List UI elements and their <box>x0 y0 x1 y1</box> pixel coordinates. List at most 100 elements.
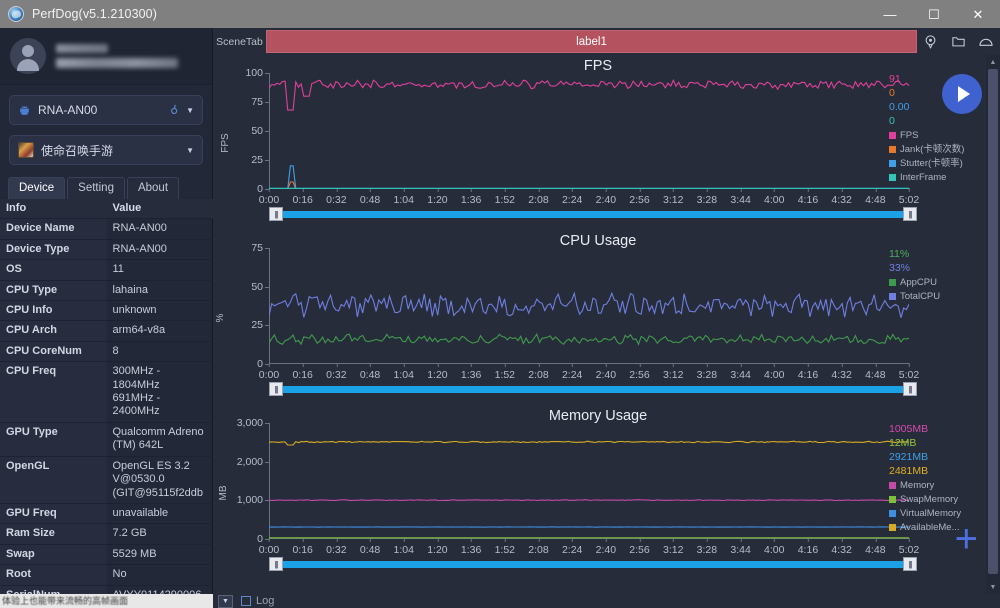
legend-swatch <box>889 132 896 139</box>
table-row: OpenGL OpenGL ES 3.2 V@0530.0 (GIT@95115f… <box>0 456 213 504</box>
legend-item[interactable]: TotalCPU <box>889 290 979 303</box>
time-range-slider[interactable]: ||| ||| <box>269 207 917 221</box>
x-tick-label: 4:16 <box>797 363 819 381</box>
usb-link-icon[interactable]: ☌ <box>168 102 180 118</box>
time-range-slider[interactable]: ||| ||| <box>269 557 917 571</box>
table-row: OS 11 <box>0 259 213 281</box>
plot-area: 0 1,000 2,000 3,000 0:00 0:16 0:32 0:48 1:04 1:20… <box>237 417 920 556</box>
expand-dropdown-button[interactable]: ▼ <box>218 594 233 608</box>
maximize-icon[interactable]: ☐ <box>912 0 956 28</box>
plot-area: 0 25 50 75 100 0:00 0:16 0:32 0:48 1:04 1:20 1:36 1:… <box>245 67 919 206</box>
add-chart-button[interactable]: + <box>955 519 978 559</box>
info-key: Swap <box>0 544 107 566</box>
scroll-down-icon[interactable]: ▼ <box>986 580 1000 594</box>
x-tick-label: 0:32 <box>326 538 347 556</box>
table-row: Root No <box>0 564 213 586</box>
selectors: RNA-AN00 ☌ ▼ 使命召唤手游 ▼ <box>0 85 212 165</box>
log-checkbox-box[interactable] <box>241 596 251 606</box>
legend-label: TotalCPU <box>900 291 941 302</box>
x-tick-label: 3:44 <box>730 188 751 206</box>
legend-item[interactable]: Memory <box>889 479 979 492</box>
series-line <box>269 291 909 318</box>
info-value: lahaina <box>106 280 213 302</box>
legend-swatch <box>889 160 896 167</box>
sidebar-tabs: Device Setting About <box>0 175 212 199</box>
slider-handle-right[interactable]: ||| <box>903 207 917 221</box>
legend-item[interactable]: Stutter(卡顿率) <box>889 157 979 170</box>
y-tick-label: 75 <box>251 242 269 254</box>
legend-label: VirtualMemory <box>900 508 962 519</box>
x-tick-label: 0:00 <box>258 188 280 206</box>
y-tick-label: 75 <box>251 96 269 108</box>
slider-handle-right[interactable]: ||| <box>903 382 917 396</box>
folder-icon[interactable] <box>949 33 967 51</box>
legend-item[interactable]: AppCPU <box>889 276 979 289</box>
tab-device[interactable]: Device <box>8 177 66 199</box>
table-row: CPU Arch arm64-v8a <box>0 320 213 342</box>
vertical-scrollbar[interactable]: ▲ ▼ <box>986 55 1000 594</box>
info-key: OpenGL <box>0 456 107 504</box>
legend-item[interactable]: InterFrame <box>889 171 979 184</box>
legend-label: AppCPU <box>900 277 937 288</box>
scroll-up-icon[interactable]: ▲ <box>986 55 1000 69</box>
x-tick-label: 2:40 <box>595 188 617 206</box>
x-tick-label: 1:20 <box>427 538 448 556</box>
x-tick-label: 2:08 <box>528 188 549 206</box>
slider-track[interactable] <box>278 386 908 393</box>
background-window-strip: 体验上也能带来流畅的高帧画面 <box>0 594 213 608</box>
info-key: CPU CoreNum <box>0 341 107 363</box>
x-tick-label: 2:24 <box>561 363 583 381</box>
legend-swatch <box>889 496 896 503</box>
tab-about[interactable]: About <box>126 177 180 199</box>
time-range-slider[interactable]: ||| ||| <box>269 382 917 396</box>
close-icon[interactable]: ✕ <box>956 0 1000 28</box>
log-checkbox[interactable]: Log <box>241 595 274 607</box>
app-selector[interactable]: 使命召唤手游 ▼ <box>9 135 203 165</box>
minimize-icon[interactable]: — <box>868 0 912 28</box>
series-line <box>269 78 909 111</box>
slider-handle-left[interactable]: ||| <box>269 557 283 571</box>
x-tick-label: 4:32 <box>831 188 852 206</box>
x-tick-label: 1:20 <box>427 188 448 206</box>
legend-item[interactable]: Jank(卡顿次数) <box>889 143 979 156</box>
slider-handle-right[interactable]: ||| <box>903 557 917 571</box>
slider-track[interactable] <box>278 561 908 568</box>
slider-handle-left[interactable]: ||| <box>269 382 283 396</box>
cloud-icon[interactable] <box>977 33 995 51</box>
scrollbar-thumb[interactable] <box>988 69 998 574</box>
location-pin-icon[interactable] <box>922 33 940 51</box>
scene-label-text: label1 <box>576 35 607 48</box>
device-selector[interactable]: RNA-AN00 ☌ ▼ <box>9 95 203 125</box>
y-tick-label: 3,000 <box>236 417 270 429</box>
info-key: CPU Info <box>0 300 107 322</box>
info-key: GPU Freq <box>0 503 107 525</box>
slider-handle-left[interactable]: ||| <box>269 207 283 221</box>
info-value: 11 <box>106 259 213 281</box>
scene-label-bar[interactable]: label1 <box>266 30 917 53</box>
background-window-text: 体验上也能带来流畅的高帧画面 <box>2 596 129 606</box>
title-bar: PerfDog(v5.1.210300) — ☐ ✕ <box>0 0 1000 28</box>
table-header-row: Info Value <box>0 199 213 220</box>
legend-item[interactable]: SwapMemory <box>889 493 979 506</box>
chart-lines <box>269 440 909 539</box>
y-tick-label: 1,000 <box>236 494 270 507</box>
play-button[interactable] <box>942 74 982 114</box>
tab-setting[interactable]: Setting <box>67 177 125 199</box>
x-tick-label: 1:52 <box>494 363 515 381</box>
x-tick-label: 0:32 <box>326 363 347 381</box>
account-row[interactable] <box>0 28 212 85</box>
device-selector-value: RNA-AN00 <box>38 103 98 117</box>
info-key: Device Name <box>0 218 107 240</box>
table-row: Ram Size 7.2 GB <box>0 523 213 545</box>
chart-lines <box>269 291 909 346</box>
chevron-down-icon[interactable]: ▼ <box>186 106 194 115</box>
slider-track[interactable] <box>278 211 908 218</box>
x-tick-label: 3:12 <box>662 188 684 206</box>
info-key: GPU Type <box>0 422 107 457</box>
x-tick-label: 4:32 <box>831 538 852 556</box>
x-tick-label: 0:00 <box>258 363 280 381</box>
info-value: Qualcomm Adreno (TM) 642L <box>106 422 213 457</box>
info-key: Device Type <box>0 239 107 261</box>
legend-item[interactable]: FPS <box>889 129 979 142</box>
chevron-down-icon[interactable]: ▼ <box>186 146 194 155</box>
